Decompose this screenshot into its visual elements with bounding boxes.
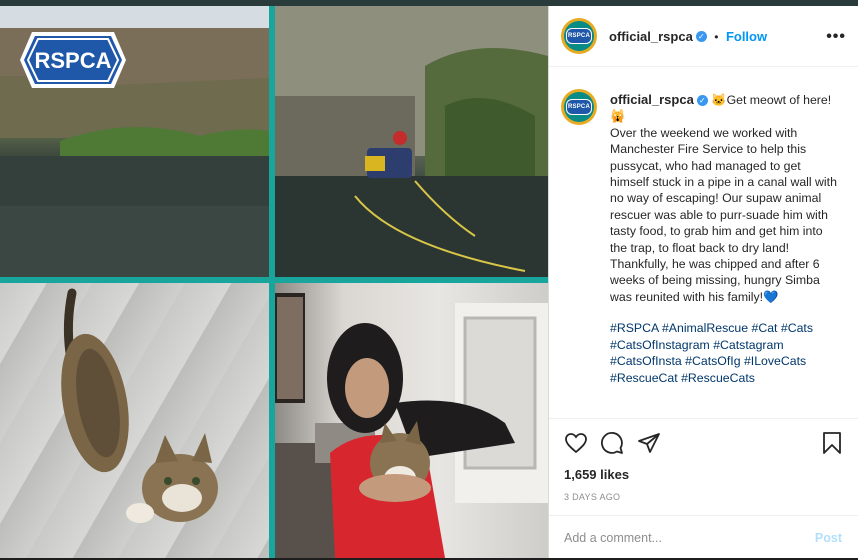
post-timestamp[interactable]: 3 DAYS AGO	[564, 492, 620, 502]
comment-input[interactable]: Add a comment...	[564, 531, 662, 545]
hashtag-line-1[interactable]: #RSPCA #AnimalRescue #Cat #Cats	[610, 320, 842, 336]
follow-button[interactable]: Follow	[726, 29, 767, 44]
more-options-icon[interactable]: •••	[826, 28, 846, 46]
post-details-panel: RSPCA official_rspca ✓ • Follow ••• RSPCA…	[548, 6, 858, 558]
rescuer-scene-illustration	[275, 6, 548, 277]
caption-username-link[interactable]: official_rspca	[610, 92, 694, 107]
share-icon[interactable]	[637, 431, 661, 455]
caption-body: Over the weekend we worked with Manchest…	[610, 125, 837, 304]
post-actions: 1,659 likes 3 DAYS AGO Add a comment... …	[549, 418, 858, 559]
rspca-logo: RSPCA	[20, 32, 126, 88]
heart-icon[interactable]	[564, 431, 588, 455]
reunion-illustration	[275, 293, 548, 558]
cat-on-floor-illustration	[61, 288, 218, 523]
hashtag-line-2[interactable]: #CatsOfInstagram #Catstagram	[610, 337, 842, 353]
avatar[interactable]: RSPCA	[561, 18, 597, 54]
hashtag-line-3[interactable]: #CatsOfInsta #CatsOfIg #ILoveCats	[610, 353, 842, 369]
caption-intro: Get meowt of here!	[726, 93, 832, 107]
caption-avatar-logo: RSPCA	[566, 99, 592, 115]
screaming-cat-emoji-icon: 🙀	[610, 109, 626, 124]
separator-dot: •	[714, 30, 719, 44]
photo-canal-wall: RSPCA	[0, 6, 269, 277]
post-comment-button[interactable]: Post	[815, 531, 842, 545]
bookmark-icon[interactable]	[821, 431, 843, 455]
avatar-logo: RSPCA	[566, 28, 592, 44]
verified-badge-icon: ✓	[695, 31, 707, 43]
comment-form: Add a comment... Post	[549, 515, 858, 560]
likes-count[interactable]: 1,659 likes	[564, 467, 629, 482]
hashtag-line-4[interactable]: #RescueCat #RescueCats	[610, 370, 842, 386]
header-user-line: official_rspca ✓ • Follow	[609, 28, 767, 46]
photo-girl-holding-cat	[275, 283, 548, 558]
post-caption: official_rspca ✓ 🐱Get meowt of here! 🙀 Ove…	[610, 92, 842, 386]
caption-avatar[interactable]: RSPCA	[561, 89, 597, 125]
comment-icon[interactable]	[600, 431, 624, 455]
photo-rescuer-in-canal	[275, 6, 548, 277]
caption-verified-badge-icon: ✓	[696, 95, 708, 107]
post-header: RSPCA official_rspca ✓ • Follow •••	[549, 6, 858, 67]
post-image-collage[interactable]: RSPCA	[0, 6, 548, 558]
username-link[interactable]: official_rspca	[609, 29, 693, 44]
photo-cat-on-floor	[0, 283, 269, 558]
rspca-logo-text: RSPCA	[34, 48, 111, 73]
cat-face-emoji-icon: 🐱	[711, 93, 727, 107]
blue-heart-emoji-icon: 💙	[763, 289, 779, 304]
